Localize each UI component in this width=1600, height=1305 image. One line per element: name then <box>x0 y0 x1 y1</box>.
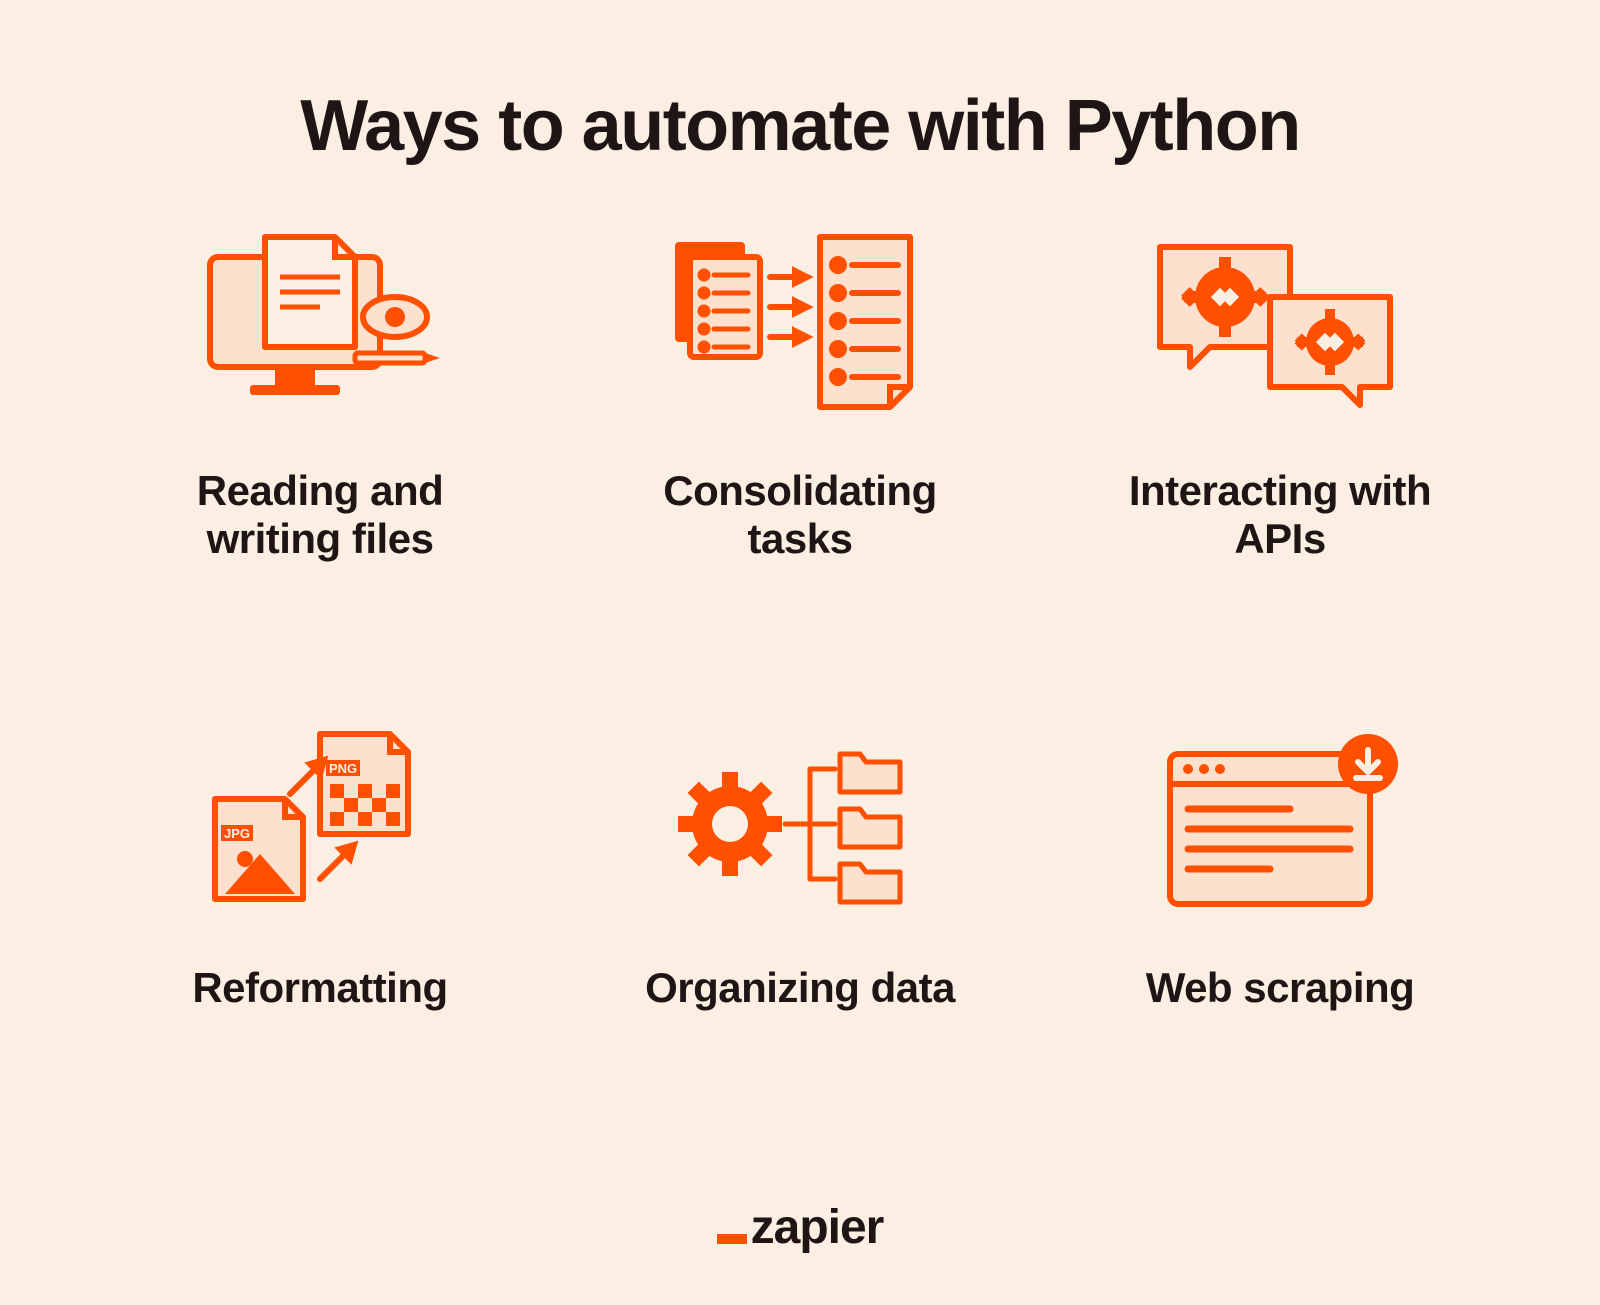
feature-label: Web scraping <box>1146 964 1415 1012</box>
feature-cell: Interacting with APIs <box>1105 227 1455 564</box>
feature-label: Reformatting <box>192 964 447 1012</box>
feature-label: Consolidating tasks <box>625 467 975 564</box>
feature-label: Interacting with APIs <box>1105 467 1455 564</box>
jpg-label: JPG <box>224 826 250 841</box>
logo-underscore-icon <box>717 1234 747 1244</box>
page: Ways to automate with Python <box>0 0 1600 1305</box>
interacting-apis-icon <box>1150 227 1410 427</box>
feature-label: Reading and writing files <box>145 467 495 564</box>
feature-cell: Reading and writing files <box>145 227 495 564</box>
page-title: Ways to automate with Python <box>300 85 1299 167</box>
organizing-data-icon <box>670 724 930 924</box>
zapier-logo: zapier <box>717 1200 884 1255</box>
feature-label: Organizing data <box>645 964 955 1012</box>
feature-cell: Web scraping <box>1146 724 1415 1012</box>
web-scraping-icon <box>1150 724 1410 924</box>
feature-grid: Reading and writing files <box>100 227 1500 1170</box>
read-write-files-icon <box>190 227 450 427</box>
png-label: PNG <box>329 761 357 776</box>
feature-cell: Organizing data <box>645 724 955 1012</box>
consolidating-tasks-icon <box>670 227 930 427</box>
feature-cell: Consolidating tasks <box>625 227 975 564</box>
feature-cell: JPG PNG <box>190 724 450 1012</box>
reformatting-icon: JPG PNG <box>190 724 450 924</box>
logo-text: zapier <box>751 1200 884 1255</box>
